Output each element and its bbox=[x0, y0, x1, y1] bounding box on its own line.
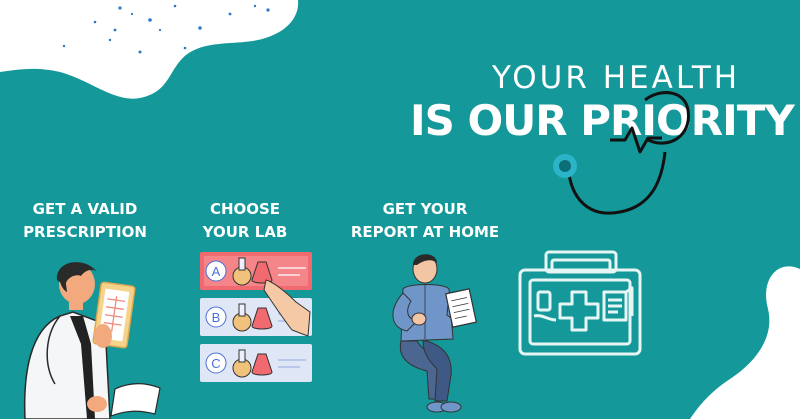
step-1-line1: GET A VALID bbox=[32, 200, 138, 218]
medical-kit-icon bbox=[518, 250, 642, 356]
bottom-right-blob bbox=[690, 266, 800, 419]
option-b-letter: B bbox=[212, 310, 221, 325]
man-reading-report-illustration bbox=[392, 254, 477, 413]
top-left-blob bbox=[0, 0, 299, 99]
step-1-line2: PRESCRIPTION bbox=[23, 223, 147, 241]
step-choose-lab-label: CHOOSE YOUR LAB bbox=[180, 198, 310, 244]
option-a-letter: A bbox=[212, 264, 221, 279]
step-report-label: GET YOUR REPORT AT HOME bbox=[340, 198, 510, 244]
option-c-letter: C bbox=[211, 356, 220, 371]
step-2-line1: CHOOSE bbox=[209, 200, 281, 218]
lab-test-options-illustration: A B C bbox=[200, 252, 312, 382]
stethoscope-icon bbox=[553, 91, 690, 215]
step-3-line2: REPORT AT HOME bbox=[350, 223, 500, 241]
step-3-line1: GET YOUR bbox=[382, 200, 468, 218]
step-prescription-label: GET A VALID PRESCRIPTION bbox=[10, 198, 160, 244]
doctor-illustration bbox=[23, 262, 161, 419]
step-2-line2: YOUR LAB bbox=[202, 223, 288, 241]
health-banner: YOUR HEALTH IS OUR PRIORITY GET A VALID … bbox=[0, 0, 800, 419]
